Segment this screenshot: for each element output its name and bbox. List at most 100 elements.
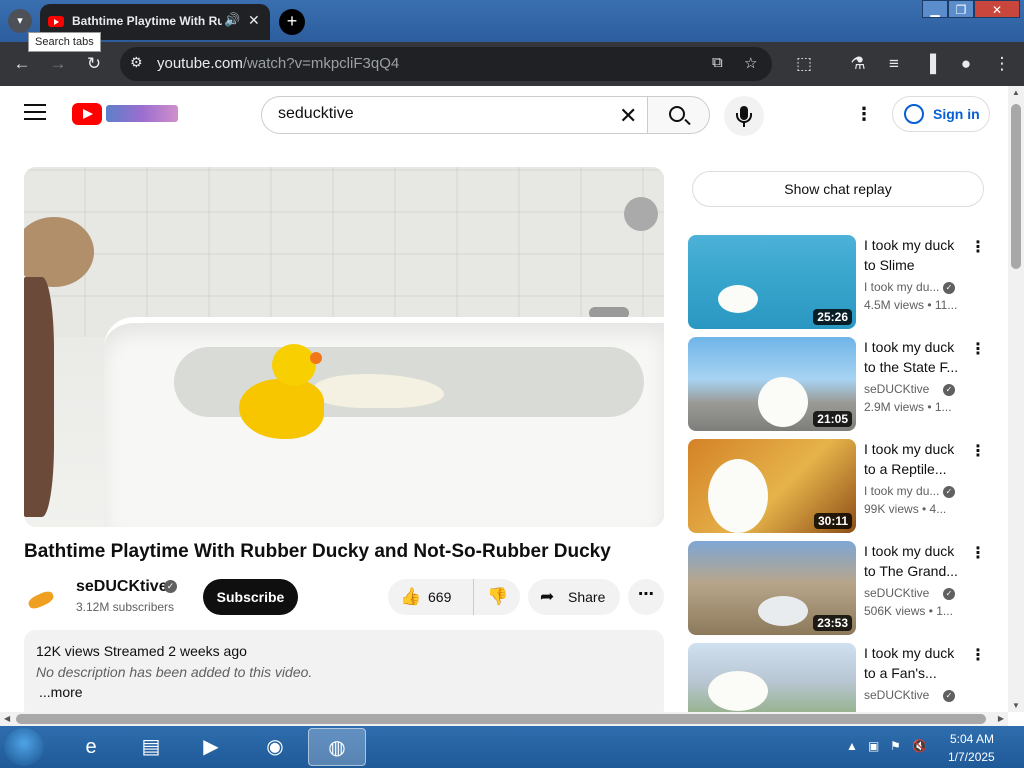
clock-time[interactable]: 5:04 AM xyxy=(950,732,994,746)
share-button[interactable]: ➦ Share xyxy=(528,579,620,615)
recommended-channel-name[interactable]: seDUCKtive xyxy=(864,382,946,396)
extensions-icon[interactable]: ⬚ xyxy=(792,52,816,76)
vertical-scrollbar[interactable]: ▲ ▼ xyxy=(1008,86,1024,712)
video-thumbnail[interactable]: 25:26 xyxy=(688,235,856,329)
recommended-video-title[interactable]: I took my duck to a Reptile... xyxy=(864,439,964,479)
verified-check-icon: ✓ xyxy=(164,580,177,593)
install-app-icon[interactable]: ⧉ xyxy=(712,54,723,71)
recommended-channel-name[interactable]: seDUCKtive xyxy=(864,688,946,702)
show-more-link[interactable]: ...more xyxy=(39,684,83,700)
scroll-up-arrow-icon[interactable]: ▲ xyxy=(1012,88,1020,97)
start-button[interactable] xyxy=(4,728,44,766)
video-thumbnail[interactable]: 23:53 xyxy=(688,541,856,635)
firefox-icon[interactable]: ◉ xyxy=(250,728,300,766)
subscribe-button[interactable]: Subscribe xyxy=(203,579,298,615)
back-arrow-icon[interactable]: ← xyxy=(10,52,34,76)
search-button[interactable] xyxy=(647,96,710,134)
video-duration: 21:05 xyxy=(813,411,852,427)
recommended-video-title[interactable]: I took my duck to The Grand... xyxy=(864,541,964,581)
clear-search-icon[interactable]: ✕ xyxy=(619,103,637,129)
thumbnail-duck xyxy=(708,671,768,711)
site-info-icon[interactable]: ⚙ xyxy=(130,54,143,71)
network-icon[interactable]: ▣ xyxy=(868,739,879,753)
show-chat-replay-button[interactable]: Show chat replay xyxy=(692,171,984,207)
new-tab-button[interactable]: + xyxy=(279,9,305,35)
youtube-doodle-logo[interactable] xyxy=(106,105,178,122)
video-options-menu-icon[interactable]: ⋮ xyxy=(970,339,986,359)
recommended-video[interactable]: 23:53 I took my duck to The Grand... seD… xyxy=(688,541,988,635)
recommended-channel-name[interactable]: seDUCKtive xyxy=(864,586,946,600)
internet-explorer-icon[interactable]: e xyxy=(66,728,116,766)
chrome-taskbar-button[interactable]: ◍ xyxy=(308,728,366,766)
share-arrow-icon: ➦ xyxy=(540,587,555,606)
video-thumbnail[interactable] xyxy=(688,643,856,712)
labs-flask-icon[interactable]: ⚗ xyxy=(846,52,870,76)
video-player[interactable] xyxy=(24,167,664,527)
user-icon xyxy=(904,104,924,124)
close-window-button[interactable]: ✕ xyxy=(974,0,1020,18)
thumbs-down-icon: 👎 xyxy=(487,587,509,606)
video-options-menu-icon[interactable]: ⋮ xyxy=(970,237,986,257)
scroll-right-arrow-icon[interactable]: ▶ xyxy=(998,714,1004,723)
browser-titlebar: ▾ Bathtime Playtime With Ru 🔊 ✕ + ▁ ❐ ✕ xyxy=(0,0,1024,42)
search-input[interactable] xyxy=(278,105,598,123)
dislike-button[interactable]: 👎 xyxy=(475,579,520,615)
recommended-video-title[interactable]: I took my duck to Slime xyxy=(864,235,964,275)
horizontal-scroll-thumb[interactable] xyxy=(16,714,986,724)
maximize-button[interactable]: ❐ xyxy=(948,0,974,18)
search-tabs-button[interactable]: ▾ xyxy=(8,9,32,33)
video-options-menu-icon[interactable]: ⋮ xyxy=(970,441,986,461)
voice-search-button[interactable] xyxy=(724,96,764,136)
vertical-scroll-thumb[interactable] xyxy=(1011,104,1021,269)
recommended-video-stats: 99K views • 4... xyxy=(864,502,947,516)
recommended-video-title[interactable]: I took my duck to a Fan's... xyxy=(864,643,964,683)
recommended-video-title[interactable]: I took my duck to the State F... xyxy=(864,337,964,377)
sign-in-button[interactable]: Sign in xyxy=(892,96,990,132)
youtube-logo[interactable] xyxy=(72,103,102,125)
scroll-left-arrow-icon[interactable]: ◀ xyxy=(4,714,10,723)
action-center-flag-icon[interactable]: ⚑ xyxy=(890,739,901,753)
video-thumbnail[interactable]: 30:11 xyxy=(688,439,856,533)
recommended-video[interactable]: 30:11 I took my duck to a Reptile... I t… xyxy=(688,439,988,533)
video-thumbnail[interactable]: 21:05 xyxy=(688,337,856,431)
youtube-favicon-icon xyxy=(48,16,64,27)
recommended-video[interactable]: I took my duck to a Fan's... seDUCKtive … xyxy=(688,643,988,712)
clock-date[interactable]: 1/7/2025 xyxy=(948,750,995,764)
speaker-icon[interactable]: 🔊 xyxy=(224,12,240,28)
video-options-menu-icon[interactable]: ⋮ xyxy=(970,543,986,563)
browser-menu-icon[interactable]: ⋮ xyxy=(990,52,1014,76)
recommended-channel-name[interactable]: I took my du... xyxy=(864,280,946,294)
video-title: Bathtime Playtime With Rubber Ducky and … xyxy=(24,541,611,562)
minimize-button[interactable]: ▁ xyxy=(922,0,948,18)
recommended-video[interactable]: 21:05 I took my duck to the State F... s… xyxy=(688,337,988,431)
settings-menu-button[interactable]: ⋮ xyxy=(852,104,876,128)
channel-name[interactable]: seDUCKtive xyxy=(76,578,168,596)
url-text[interactable]: youtube.com/watch?v=mkpcliF3qQ4 xyxy=(157,55,399,72)
more-actions-button[interactable]: ⋯ xyxy=(628,579,664,615)
reload-icon[interactable]: ↻ xyxy=(82,52,106,76)
close-tab-icon[interactable]: ✕ xyxy=(248,12,260,29)
side-panel-icon[interactable]: ▐ xyxy=(918,52,942,76)
profile-icon[interactable]: ● xyxy=(954,52,978,76)
channel-avatar[interactable] xyxy=(24,580,64,620)
description-text: No description has been added to this vi… xyxy=(36,664,313,680)
media-player-icon[interactable]: ▶ xyxy=(186,728,236,766)
thumbnail-duck xyxy=(718,285,758,313)
video-frame-wall xyxy=(24,167,664,337)
volume-muted-icon[interactable]: 🔇 xyxy=(912,739,927,753)
media-controls-icon[interactable]: ≡ xyxy=(882,52,906,76)
recommended-channel-name[interactable]: I took my du... xyxy=(864,484,946,498)
forward-arrow-icon[interactable]: → xyxy=(46,52,70,76)
like-button[interactable]: 👍 669 xyxy=(388,579,474,615)
address-bar[interactable]: ⚙ youtube.com/watch?v=mkpcliF3qQ4 ⧉ ☆ xyxy=(120,47,772,81)
description-box[interactable]: 12K views Streamed 2 weeks ago No descri… xyxy=(24,630,664,712)
video-options-menu-icon[interactable]: ⋮ xyxy=(970,645,986,665)
show-hidden-icons-icon[interactable]: ▲ xyxy=(846,739,858,753)
menu-icon[interactable] xyxy=(24,104,46,122)
file-explorer-icon[interactable]: ▤ xyxy=(126,728,176,766)
recommended-video[interactable]: 25:26 I took my duck to Slime I took my … xyxy=(688,235,988,329)
verified-check-icon: ✓ xyxy=(943,486,955,498)
scroll-down-arrow-icon[interactable]: ▼ xyxy=(1012,701,1020,710)
bookmark-star-icon[interactable]: ☆ xyxy=(744,54,757,72)
horizontal-scrollbar[interactable]: ◀ ▶ xyxy=(0,712,1008,726)
